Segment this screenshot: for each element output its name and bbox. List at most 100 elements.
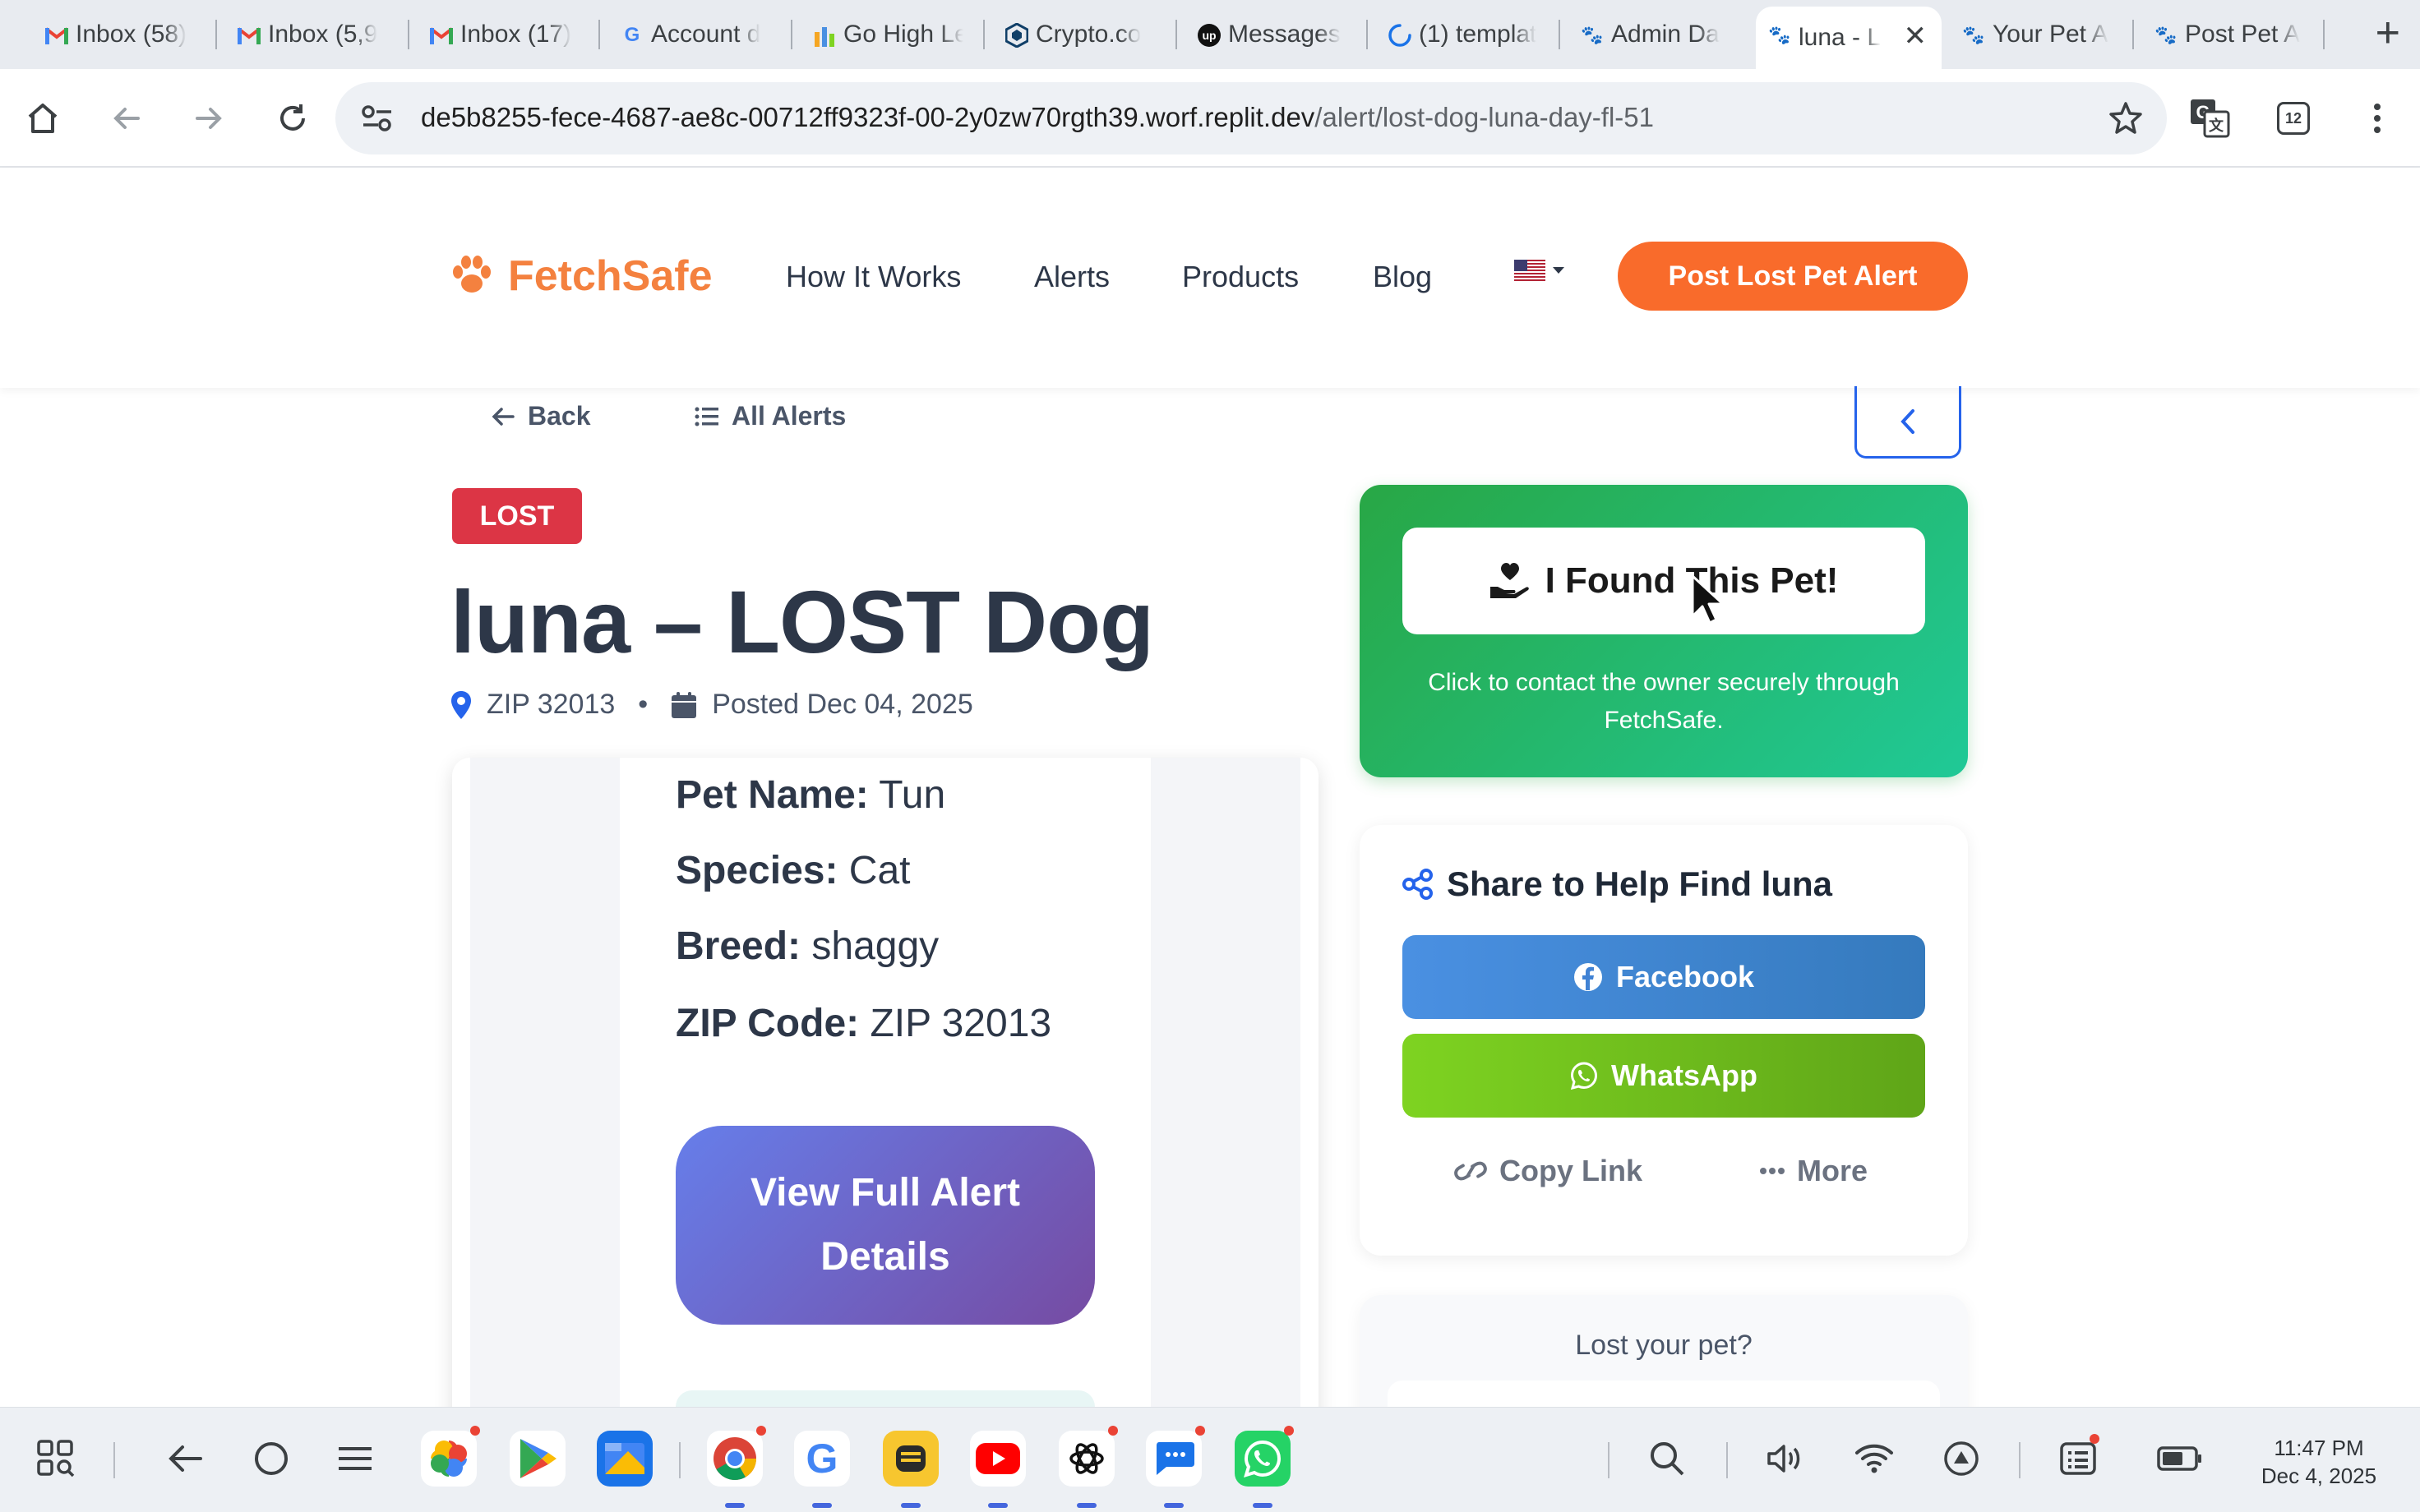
tab-label: Post Pet A — [2185, 21, 2301, 48]
tab-post-pet[interactable]: 🐾 Post Pet A — [2142, 7, 2321, 62]
chatgpt-app-icon[interactable] — [1059, 1426, 1118, 1508]
system-back-icon[interactable] — [159, 1432, 212, 1485]
chevron-left-icon — [1900, 408, 1914, 434]
fetchsafe-favicon: 🐾 — [1768, 25, 1791, 45]
photos-app-icon[interactable] — [421, 1426, 480, 1487]
messages-app-icon[interactable] — [1146, 1426, 1205, 1508]
link-icon — [1454, 1161, 1487, 1181]
language-selector[interactable] — [1514, 260, 1565, 281]
shelf-divider — [1608, 1442, 1609, 1478]
page-title: luna – LOST Dog — [450, 572, 1154, 671]
whatsapp-app-icon[interactable] — [1235, 1426, 1294, 1508]
reload-icon[interactable] — [266, 92, 319, 145]
tab-template[interactable]: (1) templat — [1376, 7, 1555, 62]
tab-separator — [2132, 20, 2134, 49]
meta-separator: • — [638, 689, 649, 720]
system-overview-icon[interactable] — [329, 1432, 381, 1485]
shelf-divider — [2019, 1442, 2021, 1478]
back-link[interactable]: Back — [490, 401, 591, 431]
forward-arrow-icon[interactable] — [182, 92, 235, 145]
us-flag-icon — [1514, 260, 1545, 281]
google-app-icon[interactable]: G — [794, 1431, 850, 1508]
play-store-app-icon[interactable] — [510, 1431, 566, 1487]
back-arrow-icon[interactable] — [100, 92, 153, 145]
notification-dot — [2090, 1434, 2099, 1444]
bookmark-star-icon[interactable] — [2108, 100, 2144, 141]
tab-separator — [1559, 20, 1560, 49]
brand-logo[interactable]: FetchSafe — [450, 251, 713, 301]
lost-your-pet-question: Lost your pet? — [1575, 1330, 1753, 1361]
brand-name: FetchSafe — [508, 252, 713, 300]
home-icon[interactable] — [16, 92, 69, 145]
alert-zip: ZIP 32013 — [487, 689, 616, 720]
shelf-divider — [679, 1442, 681, 1478]
browser-menu-icon[interactable] — [2351, 92, 2404, 145]
back-label: Back — [528, 401, 591, 431]
nav-alerts[interactable]: Alerts — [1034, 260, 1110, 294]
translate-icon[interactable]: G文 — [2183, 92, 2236, 145]
gohighlevel-icon — [812, 23, 837, 48]
tab-inbox-5-9[interactable]: Inbox (5,9 — [225, 7, 401, 62]
tab-your-pet[interactable]: 🐾 Your Pet A — [1950, 7, 2129, 62]
gmail-icon — [44, 23, 69, 48]
tab-crypto[interactable]: Crypto.co — [993, 7, 1169, 62]
all-alerts-label: All Alerts — [732, 401, 847, 431]
tab-label: Inbox (58) — [76, 21, 187, 48]
fetchsafe-favicon: 🐾 — [2154, 25, 2178, 45]
flyer-breed-label: Breed: — [676, 924, 801, 968]
tab-account[interactable]: G Account d — [608, 7, 784, 62]
facebook-icon — [1573, 963, 1602, 991]
tab-label: (1) templat — [1419, 21, 1537, 48]
launcher-search-icon[interactable] — [30, 1432, 82, 1485]
site-settings-icon[interactable] — [360, 102, 395, 139]
browser-toolbar: de5b8255-fece-4687-ae8c-00712ff9323f-00-… — [0, 69, 2420, 168]
share-whatsapp-button[interactable]: WhatsApp — [1402, 1034, 1925, 1118]
files-app-icon[interactable] — [597, 1431, 653, 1487]
nav-blog[interactable]: Blog — [1373, 260, 1432, 294]
tab-gohighlevel[interactable]: Go High Le — [801, 7, 977, 62]
flyer-species-label: Species: — [676, 849, 838, 892]
url-host: de5b8255-fece-4687-ae8c-00712ff9323f-00-… — [421, 102, 1315, 132]
nav-how-it-works[interactable]: How It Works — [786, 260, 961, 294]
tab-luna-active[interactable]: 🐾 luna - L ✕ — [1756, 7, 1942, 69]
more-share-options-button[interactable]: More — [1759, 1154, 1868, 1188]
found-pet-subtext: Click to contact the owner securely thro… — [1428, 669, 1900, 734]
view-full-alert-details-button[interactable]: View Full Alert Details — [676, 1126, 1095, 1325]
previous-alert-button[interactable] — [1854, 386, 1961, 459]
i-found-this-pet-button[interactable]: I Found This Pet! — [1402, 528, 1925, 634]
copy-link-button[interactable]: Copy Link — [1453, 1154, 1642, 1188]
tab-separator — [1366, 20, 1368, 49]
battery-icon[interactable] — [2154, 1432, 2206, 1485]
share-heading-text: Share to Help Find luna — [1447, 864, 1833, 903]
tab-count-icon[interactable]: 12 — [2267, 92, 2320, 145]
whatsapp-label: WhatsApp — [1611, 1058, 1757, 1092]
shelf-search-icon[interactable] — [1641, 1432, 1693, 1485]
notes-app-icon[interactable] — [883, 1431, 939, 1508]
status-badge: LOST — [452, 488, 582, 544]
tab-inbox-58[interactable]: Inbox (58) — [33, 7, 202, 62]
clock-time: 11:47 PM — [2274, 1436, 2364, 1460]
flyer-pet-name-label: Pet Name: — [676, 773, 869, 817]
tab-inbox-17[interactable]: Inbox (17) — [418, 7, 597, 62]
system-clock[interactable]: 11:47 PM Dec 4, 2025 — [2251, 1434, 2387, 1490]
close-tab-icon[interactable]: ✕ — [1904, 20, 1928, 53]
flyer-pet-name: Pet Name: Tun — [676, 772, 945, 818]
screen: Inbox (58) Inbox (5,9 Inbox (17) G Accou… — [0, 0, 2420, 1512]
post-lost-pet-alert-button[interactable]: Post Lost Pet Alert — [1618, 242, 1968, 311]
all-alerts-link[interactable]: All Alerts — [694, 401, 846, 431]
new-tab-plus-icon[interactable]: + — [2376, 12, 2400, 54]
youtube-app-icon[interactable] — [970, 1431, 1026, 1508]
wifi-icon[interactable] — [1848, 1432, 1900, 1485]
notifications-tray-icon[interactable] — [2052, 1432, 2104, 1485]
tab-separator — [791, 20, 792, 49]
chrome-app-icon[interactable] — [707, 1426, 766, 1508]
tab-admin-dashboard[interactable]: 🐾 Admin Da — [1568, 7, 1748, 62]
data-sync-icon[interactable] — [1935, 1432, 1988, 1485]
system-home-icon[interactable] — [245, 1432, 298, 1485]
volume-icon[interactable] — [1759, 1432, 1812, 1485]
share-facebook-button[interactable]: Facebook — [1402, 935, 1925, 1019]
tab-messages[interactable]: up Messages — [1185, 7, 1363, 62]
nav-products[interactable]: Products — [1182, 260, 1299, 294]
hand-holding-heart-icon — [1489, 563, 1529, 598]
address-bar[interactable]: de5b8255-fece-4687-ae8c-00712ff9323f-00-… — [335, 82, 2167, 154]
